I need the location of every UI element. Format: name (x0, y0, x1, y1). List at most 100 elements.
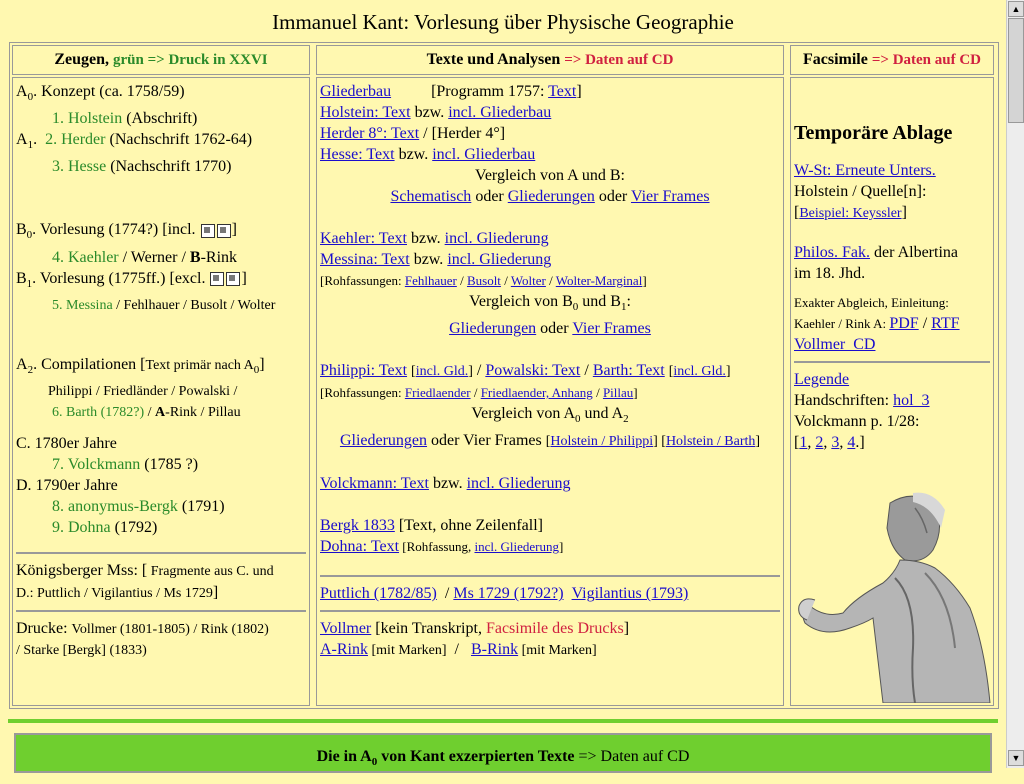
herder-text-link[interactable]: Herder 8°: Text (320, 125, 419, 142)
holstein-text-link[interactable]: Holstein: Text (320, 104, 411, 121)
divider (16, 609, 306, 612)
vier-frames-ab-link[interactable]: Vier Frames (631, 188, 710, 205)
witness-b0: B0. Vorlesung (1774?) [incl. ] (16, 221, 237, 242)
gliederungen-ab-link[interactable]: Gliederungen (508, 188, 595, 205)
facsimile-icon (210, 271, 225, 286)
kaehler-gliederung-link[interactable]: incl. Gliederung (445, 230, 549, 247)
drucke-2: / Starke [Bergk] (1833) (16, 642, 147, 658)
volckmann-text-link[interactable]: Volckmann: Text (320, 475, 429, 492)
holstein-philippi-link[interactable]: Holstein / Philippi (550, 434, 653, 449)
busolt-link[interactable]: Busolt (467, 273, 501, 288)
vertical-scrollbar[interactable]: ▲ ▼ (1006, 0, 1024, 768)
witness-a0: A0. Konzept (ca. 1758/59) (16, 83, 185, 104)
texte-header-title: Texte und Analysen (426, 51, 561, 68)
philos-fak-link[interactable]: Philos. Fak. (794, 244, 870, 261)
kant-statue-image (798, 492, 991, 703)
scroll-down-icon[interactable]: ▼ (1008, 750, 1024, 766)
vergleich-b0-b1: Vergleich von B0 und B1: (469, 293, 631, 314)
zeugen-header: Zeugen, grün => Druck in XXVI (12, 45, 310, 75)
rtf-link[interactable]: RTF (931, 315, 959, 332)
friedlaender-link[interactable]: Friedlaender (405, 385, 471, 400)
wolter-link[interactable]: Wolter (511, 273, 546, 288)
facsimile-header-note: => Daten auf CD (871, 52, 982, 68)
gliederungen-b-link[interactable]: Gliederungen (449, 320, 536, 337)
ms1729-link[interactable]: Ms 1729 (1792?) (453, 585, 563, 602)
holstein-gliederbau-link[interactable]: incl. Gliederbau (448, 104, 551, 121)
philippi-gld-link[interactable]: incl. Gld. (416, 364, 469, 379)
witness-a2-list: Philippi / Friedländer / Powalski / (48, 383, 238, 399)
temp-ablage-heading: Temporäre Ablage (794, 122, 953, 144)
texte-header: Texte und Analysen => Daten auf CD (316, 45, 784, 75)
texte-header-note: => Daten auf CD (564, 52, 674, 68)
page-1-link[interactable]: 1 (799, 434, 807, 451)
friedlaender-anhang-link[interactable]: Friedlaender, Anhang (481, 385, 593, 400)
witness-8: 8. anonymus-Bergk (1791) (52, 497, 225, 515)
programm-text-link[interactable]: Text (548, 83, 576, 100)
vergleich-a0-a2: Vergleich von A0 und A2 (471, 405, 629, 426)
page-4-link[interactable]: 4 (847, 434, 855, 451)
powalski-text-link[interactable]: Powalski: Text (485, 362, 580, 379)
page-2-link[interactable]: 2 (815, 434, 823, 451)
pillau-link[interactable]: Pillau (603, 385, 633, 400)
zeugen-header-note: grün => Druck in XXVI (113, 52, 268, 68)
vollmer-cd-link[interactable]: Vollmer_CD (794, 336, 875, 353)
texte-body: Gliederbau [Programm 1757: Text] Holstei… (316, 77, 784, 706)
barth-text-link[interactable]: Barth: Text (593, 362, 665, 379)
a-rink-link[interactable]: A-Rink (320, 641, 368, 658)
vollmer-link[interactable]: Vollmer (320, 620, 371, 637)
vigilantius-link[interactable]: Vigilantius (1793) (572, 585, 689, 602)
scroll-up-icon[interactable]: ▲ (1008, 1, 1024, 17)
zeugen-header-title: Zeugen, (54, 51, 110, 68)
philos-text-2: im 18. Jhd. (794, 265, 866, 282)
page-3-link[interactable]: 3 (831, 434, 839, 451)
exakt-abgleich: Exakter Abgleich, Einleitung: (794, 295, 949, 310)
period-c: C. 1780er Jahre (16, 434, 117, 452)
bergk-link[interactable]: Bergk 1833 (320, 517, 395, 534)
kaehler-text-link[interactable]: Kaehler: Text (320, 230, 407, 247)
holstein-barth-link[interactable]: Holstein / Barth (666, 434, 755, 449)
excerpted-texts-banner[interactable]: Die in A0 von Kant exzerpierten Texte =>… (14, 733, 992, 773)
rohfassungen-a2: [Rohfassungen: Friedlaender / Friedlaend… (320, 385, 638, 401)
dohna-gliederung-link[interactable]: incl. Gliederung (474, 539, 558, 554)
philippi-text-link[interactable]: Philippi: Text (320, 362, 407, 379)
hol3-link[interactable]: hol_3 (893, 392, 929, 409)
hesse-gliederbau-link[interactable]: incl. Gliederbau (432, 146, 535, 163)
zeugen-column: Zeugen, grün => Druck in XXVI A0. Konzep… (10, 43, 312, 708)
fehlhauer-link[interactable]: Fehlhauer (405, 273, 457, 288)
period-d: D. 1790er Jahre (16, 476, 118, 494)
rohfassungen-b: [Rohfassungen: Fehlhauer / Busolt / Wolt… (320, 273, 647, 288)
witness-7: 7. Volckmann (1785 ?) (52, 455, 199, 473)
witness-6: 6. Barth (1782?) / A-Rink / Pillau (52, 404, 241, 420)
pdf-link[interactable]: PDF (889, 315, 918, 332)
holstein-quelle: Holstein / Quelle[n]: (794, 183, 927, 200)
scrollbar-thumb[interactable] (1008, 18, 1024, 123)
divider (320, 610, 780, 613)
page-title: Immanuel Kant: Vorlesung über Physische … (272, 10, 734, 34)
zeugen-body: A0. Konzept (ca. 1758/59) 1. Holstein (A… (12, 77, 310, 706)
witness-1: 1. Holstein (Abschrift) (52, 110, 198, 128)
drucke: Drucke: Vollmer (1801-1805) / Rink (1802… (16, 619, 269, 637)
vier-frames-b-link[interactable]: Vier Frames (572, 320, 651, 337)
divider (794, 361, 990, 363)
b-rink-link[interactable]: B-Rink (471, 641, 518, 658)
texte-column: Texte und Analysen => Daten auf CD Glied… (314, 43, 786, 708)
volckmann-gliederung-link[interactable]: incl. Gliederung (467, 475, 571, 492)
gliederbau-link[interactable]: Gliederbau (320, 83, 391, 100)
wolter-marginal-link[interactable]: Wolter-Marginal (556, 273, 643, 288)
facsimile-header-title: Facsimile (802, 51, 868, 68)
gliederungen-a-link[interactable]: Gliederungen (340, 432, 427, 449)
barth-gld-link[interactable]: incl. Gld. (673, 364, 726, 379)
facsimile-icon (226, 271, 241, 286)
dohna-text-link[interactable]: Dohna: Text (320, 538, 399, 555)
hesse-text-link[interactable]: Hesse: Text (320, 146, 395, 163)
messina-gliederung-link[interactable]: incl. Gliederung (447, 251, 551, 268)
legende-link[interactable]: Legende (794, 371, 849, 388)
schematisch-link[interactable]: Schematisch (390, 188, 471, 205)
witness-a1: A1. 2. Herder (Nachschrift 1762-64) (16, 131, 253, 152)
beispiel-keyssler-link[interactable]: Beispiel: Keyssler (799, 206, 901, 221)
puttlich-link[interactable]: Puttlich (1782/85) (320, 585, 437, 602)
witness-5: 5. Messina / Fehlhauer / Busolt / Wolter (52, 297, 276, 313)
ws-link[interactable]: W-St: Erneute Unters. (794, 162, 936, 179)
koenigsberger-mss: Königsberger Mss: [ Fragmente aus C. und (16, 561, 274, 579)
messina-text-link[interactable]: Messina: Text (320, 251, 410, 268)
